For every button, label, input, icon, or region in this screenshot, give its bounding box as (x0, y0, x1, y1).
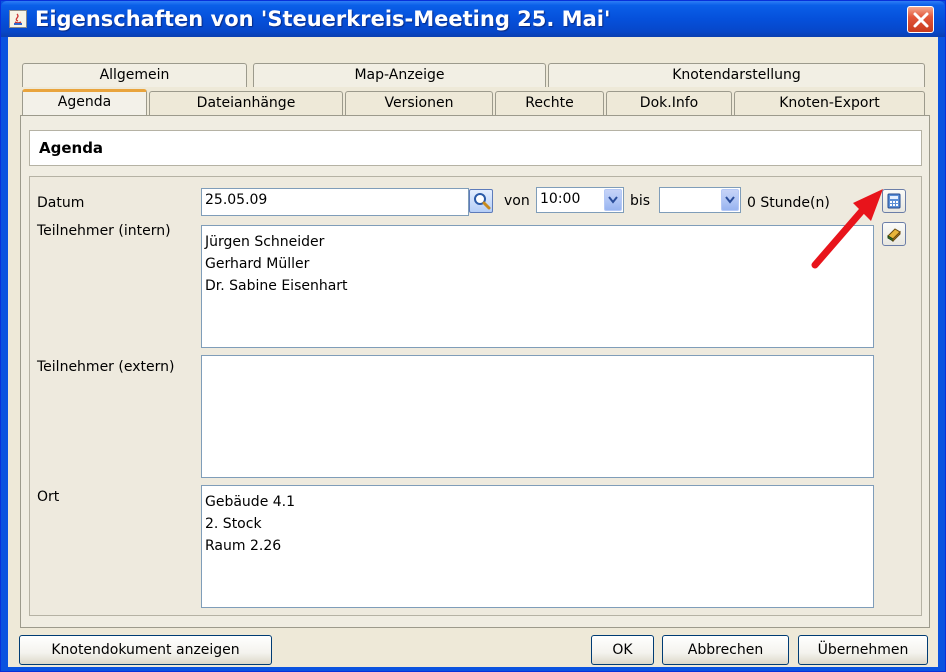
ok-button[interactable]: OK (591, 635, 654, 665)
java-app-icon (9, 10, 27, 28)
tab-map-anzeige[interactable]: Map-Anzeige (253, 63, 546, 87)
close-icon (913, 12, 929, 28)
teilnehmer-intern-line: Dr. Sabine Eisenhart (205, 278, 348, 294)
panel-title: Agenda (39, 139, 104, 157)
von-time-select[interactable]: 10:00 (536, 187, 624, 213)
datum-field[interactable]: 25.05.09 (201, 188, 469, 216)
tab-versionen[interactable]: Versionen (345, 91, 493, 115)
teilnehmer-intern-textarea[interactable]: Jürgen Schneider Gerhard Müller Dr. Sabi… (201, 225, 874, 348)
ort-line: Gebäude 4.1 (205, 494, 296, 510)
tab-allgemein[interactable]: Allgemein (22, 63, 247, 87)
tab-panel-agenda: Agenda Datum 25.05.09 von 10:00 bis 0 St… (20, 115, 930, 628)
tab-agenda[interactable]: Agenda (22, 89, 147, 115)
chevron-down-icon (725, 196, 735, 204)
bis-dropdown-arrow[interactable] (721, 189, 739, 211)
panel-header: Agenda (29, 130, 922, 166)
tab-knoten-export[interactable]: Knoten-Export (734, 91, 925, 115)
tab-dok-info[interactable]: Dok.Info (606, 91, 732, 115)
ort-label: Ort (37, 489, 60, 505)
bis-time-select[interactable] (659, 187, 741, 213)
teilnehmer-intern-line: Jürgen Schneider (205, 234, 325, 250)
teilnehmer-extern-label: Teilnehmer (extern) (37, 359, 175, 375)
bis-label: bis (630, 193, 651, 209)
tab-dateianhaenge[interactable]: Dateianhänge (149, 91, 343, 115)
ort-line: 2. Stock (205, 516, 262, 532)
ort-textarea[interactable]: Gebäude 4.1 2. Stock Raum 2.26 (201, 485, 874, 608)
tab-knotendarstellung[interactable]: Knotendarstellung (548, 63, 925, 87)
teilnehmer-intern-label: Teilnehmer (intern) (37, 223, 171, 239)
cancel-button[interactable]: Abbrechen (662, 635, 789, 665)
dialog-window: Eigenschaften von 'Steuerkreis-Meeting 2… (0, 0, 946, 672)
show-node-document-button[interactable]: Knotendokument anzeigen (19, 635, 272, 665)
von-dropdown-arrow[interactable] (604, 189, 622, 211)
agenda-form: Datum 25.05.09 von 10:00 bis 0 Stunde(n)… (29, 176, 922, 616)
dialog-client-area: Allgemein Map-Anzeige Knotendarstellung … (8, 37, 938, 667)
window-title: Eigenschaften von 'Steuerkreis-Meeting 2… (35, 7, 611, 31)
apply-button[interactable]: Übernehmen (798, 635, 928, 665)
von-label: von (504, 193, 530, 209)
ort-line: Raum 2.26 (205, 538, 282, 554)
close-button[interactable] (907, 6, 934, 33)
teilnehmer-intern-line: Gerhard Müller (205, 256, 310, 272)
teilnehmer-extern-textarea[interactable] (201, 355, 874, 478)
chevron-down-icon (608, 196, 618, 204)
von-time-value: 10:00 (540, 191, 581, 207)
red-arrow-annotation (811, 189, 883, 269)
tab-rechte[interactable]: Rechte (495, 91, 604, 115)
date-picker-button[interactable] (469, 189, 493, 213)
title-bar[interactable]: Eigenschaften von 'Steuerkreis-Meeting 2… (1, 1, 945, 37)
datum-label: Datum (37, 195, 85, 211)
search-icon (474, 193, 491, 210)
